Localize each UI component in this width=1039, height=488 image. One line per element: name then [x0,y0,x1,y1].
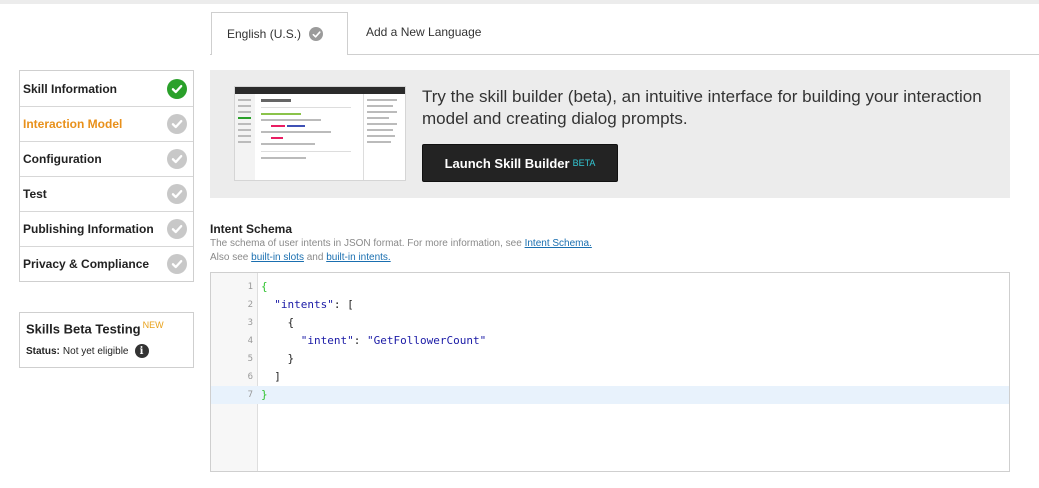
editor-line: 3 { [211,314,1009,332]
tab-english-us-label: English (U.S.) [227,27,302,41]
json-brace: } [261,388,268,401]
info-icon[interactable]: i [134,344,149,359]
built-in-slots-link[interactable]: built-in slots [251,252,304,263]
nav-item-label: Privacy & Compliance [23,257,150,271]
editor-line: 2 "intents": [ [211,296,1009,314]
line-number: 4 [247,336,253,346]
skill-builder-promo-text: Try the skill builder (beta), an intuiti… [422,87,982,128]
code-text: "intents": [ [261,296,354,314]
json-punct: { [287,316,295,329]
editor-line: 4 "intent": "GetFollowerCount" [211,332,1009,350]
launch-skill-builder-button[interactable]: Launch Skill Builder BETA [422,144,618,182]
json-key: "intents" [274,298,334,311]
intent-schema-help: The schema of user intents in JSON forma… [210,237,592,265]
json-punct: : [353,334,367,347]
nav-item-label: Interaction Model [23,117,123,131]
beta-status-label: Status: [26,345,60,357]
editor-line: 5 } [211,350,1009,368]
line-number: 5 [247,354,253,364]
code-text: } [261,350,295,368]
nav-item-test[interactable]: Test [20,176,193,211]
json-punct: : [ [333,298,354,311]
beta-testing-title-text: Skills Beta Testing [26,321,141,337]
help-text: and [303,252,327,263]
beta-testing-title: Skills Beta Testing NEW [26,320,187,336]
nav-item-label: Test [23,187,47,201]
line-number: 2 [247,300,253,310]
editor-line: 6 ] [211,368,1009,386]
code-text: ] [261,368,281,386]
json-string: "GetFollowerCount" [366,334,487,347]
launch-skill-builder-label: Launch Skill Builder [444,155,570,171]
nav-item-publishing-information[interactable]: Publishing Information [20,211,193,246]
skills-beta-testing-panel: Skills Beta Testing NEW Status: Not yet e… [19,312,194,368]
beta-status-row: Status: Not yet eligible i [26,344,187,359]
check-icon [167,184,187,204]
built-in-intents-link[interactable]: built-in intents. [326,252,390,263]
nav-item-label: Skill Information [23,81,118,96]
nav-item-configuration[interactable]: Configuration [20,141,193,176]
language-tabs: English (U.S.) Add a New Language [0,12,1039,55]
json-brace: { [261,280,268,293]
intent-schema-help-line-2: Also see built-in slots and built-in int… [210,251,592,265]
check-icon [167,149,187,169]
line-number: 6 [247,372,253,382]
intent-schema-editor[interactable]: 1 { 2 "intents": [ 3 { 4 "intent": "GetF… [210,272,1010,472]
check-icon [167,114,187,134]
line-number: 3 [247,318,253,328]
editor-line-active: 7 } [211,386,1009,404]
beta-badge: BETA [572,158,596,168]
intent-schema-title: Intent Schema [210,222,293,236]
code-text: { [261,278,268,296]
beta-status-value: Not yet eligible [62,345,129,357]
skill-steps-nav: Skill Information Interaction Model Conf… [19,70,194,282]
top-rule [0,0,1039,4]
tab-english-us[interactable]: English (U.S.) [211,12,348,55]
json-punct: ] [274,370,281,383]
code-text: { [261,314,295,332]
json-punct: } [287,352,295,365]
help-text: The schema of user intents in JSON forma… [210,238,525,249]
line-number: 1 [247,282,253,292]
nav-item-label: Configuration [23,152,102,166]
intent-schema-link[interactable]: Intent Schema. [525,238,592,249]
check-icon [167,219,187,239]
line-number: 7 [247,390,253,400]
nav-item-interaction-model[interactable]: Interaction Model [20,106,193,141]
code-text: } [261,386,268,404]
json-key: "intent" [300,334,354,347]
skill-builder-screenshot [234,86,406,181]
editor-line: 1 { [211,278,1009,296]
code-text: "intent": "GetFollowerCount" [261,332,486,350]
tab-add-language[interactable]: Add a New Language [366,25,481,39]
new-badge: NEW [142,320,164,330]
intent-schema-help-line-1: The schema of user intents in JSON forma… [210,237,592,251]
check-icon [167,254,187,274]
check-icon [309,27,324,41]
help-text: Also see [210,252,252,263]
skill-builder-banner: Try the skill builder (beta), an intuiti… [210,70,1010,198]
nav-item-label: Publishing Information [23,222,154,236]
nav-item-privacy-compliance[interactable]: Privacy & Compliance [20,246,193,281]
check-complete-icon [167,78,187,99]
nav-item-skill-information[interactable]: Skill Information [20,71,193,106]
